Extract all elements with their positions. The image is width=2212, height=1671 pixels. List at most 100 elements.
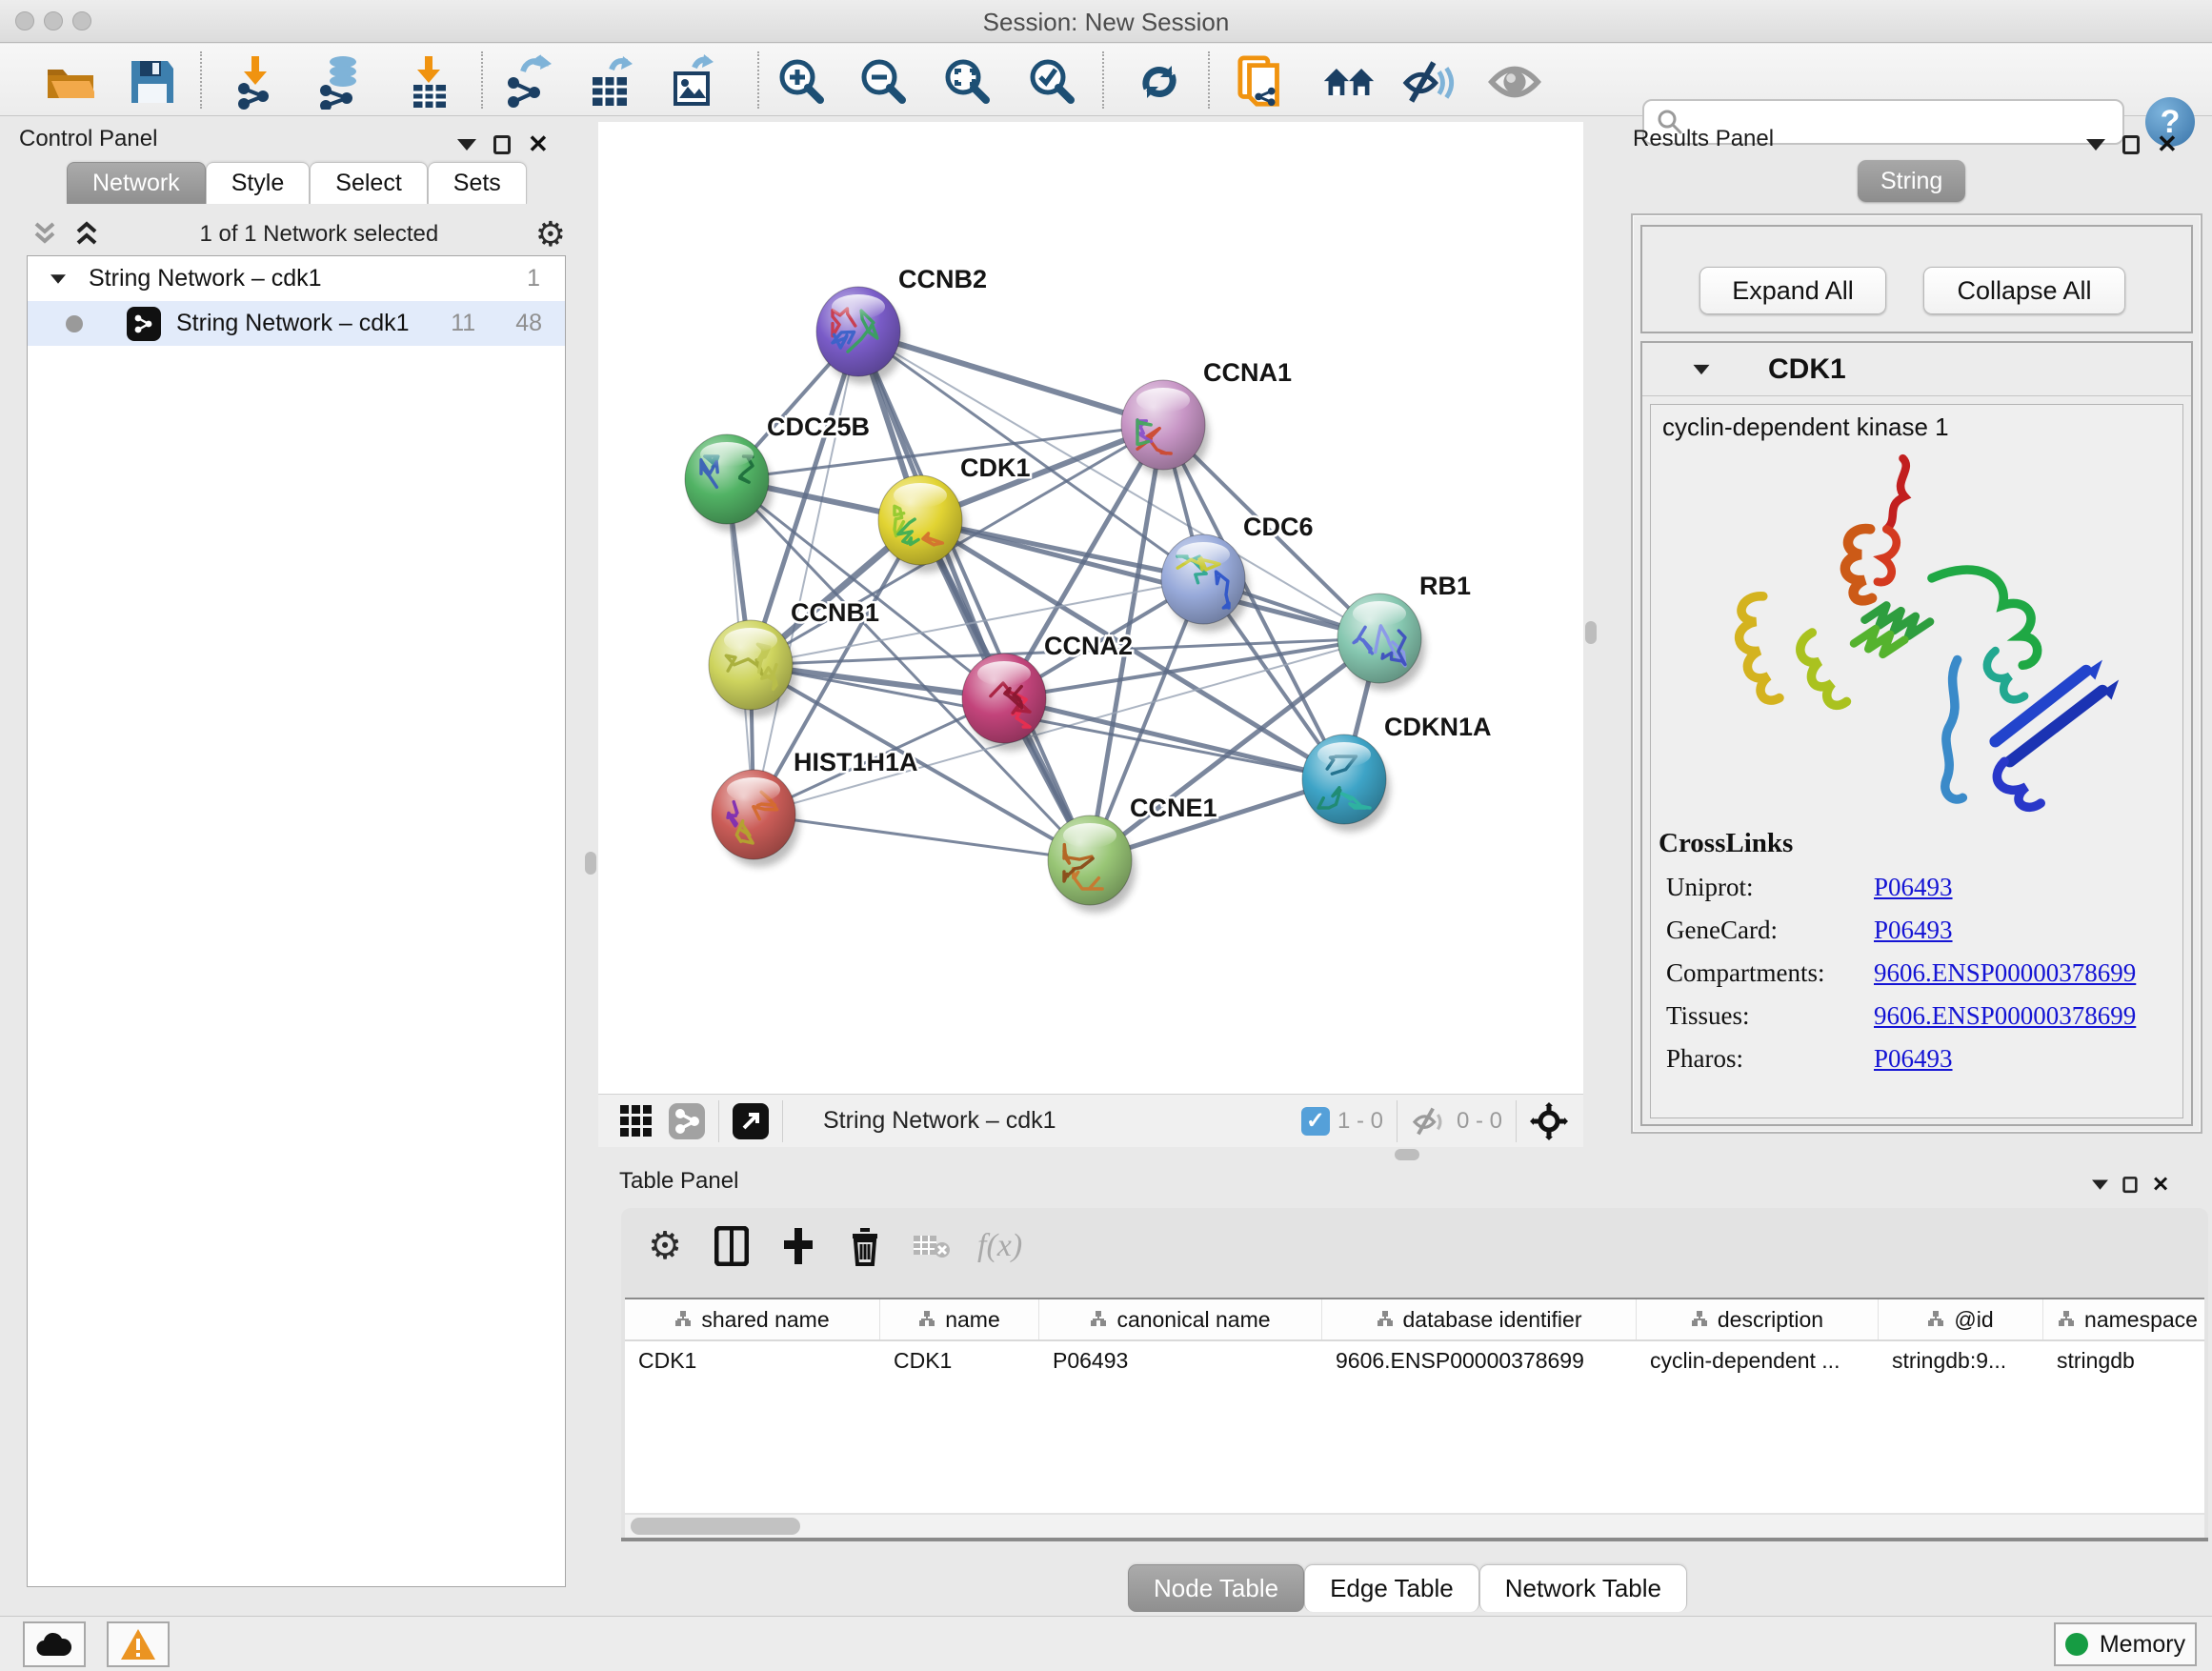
table-options-gear-icon[interactable]: ⚙	[644, 1225, 686, 1267]
expand-all-icon[interactable]	[70, 220, 103, 249]
column-header--id[interactable]: @id	[1879, 1299, 2043, 1339]
save-session-button[interactable]	[126, 55, 179, 109]
network-share-icon[interactable]	[669, 1103, 705, 1139]
export-table-button[interactable]	[583, 55, 636, 109]
table-cell[interactable]: CDK1	[625, 1341, 880, 1379]
open-session-button[interactable]	[42, 55, 95, 109]
fit-target-icon[interactable]	[1530, 1102, 1568, 1140]
entry-collapse-icon[interactable]	[1694, 364, 1710, 373]
panel-menu-icon[interactable]	[457, 139, 476, 151]
node-HIST1H1A[interactable]: HIST1H1A	[712, 748, 918, 867]
node-CDK1[interactable]: CDK1	[878, 453, 1031, 573]
network-graph[interactable]: CCNB2CCNA1CDC25BCDK1CDC6RB1CCNB1CCNA2CDK…	[598, 122, 1583, 1094]
network-options-gear-icon[interactable]: ⚙	[535, 217, 566, 252]
column-header-database-identifier[interactable]: database identifier	[1322, 1299, 1637, 1339]
edge-CCNB2-CCNA1[interactable]	[858, 332, 1163, 425]
show-columns-icon[interactable]	[711, 1225, 753, 1267]
collapse-all-button[interactable]: Collapse All	[1923, 267, 2125, 314]
open-in-window-icon[interactable]	[733, 1103, 769, 1139]
node-CDKN1A[interactable]: CDKN1A	[1302, 713, 1492, 832]
import-network-from-database-button[interactable]	[314, 55, 368, 109]
horizontal-scrollbar[interactable]	[625, 1515, 2204, 1538]
tab-sets[interactable]: Sets	[428, 162, 527, 204]
edge-CCNB2-HIST1H1A[interactable]	[754, 332, 858, 815]
column-header-shared-name[interactable]: shared name	[625, 1299, 880, 1339]
node-table[interactable]: shared namenamecanonical namedatabase id…	[625, 1298, 2204, 1513]
delete-table-icon[interactable]	[911, 1225, 953, 1267]
node-CCNA1[interactable]: CCNA1	[1121, 358, 1292, 477]
import-table-button[interactable]	[402, 55, 455, 109]
tab-node-table[interactable]: Node Table	[1128, 1564, 1304, 1612]
tab-edge-table[interactable]: Edge Table	[1304, 1564, 1479, 1612]
tab-network-table[interactable]: Network Table	[1479, 1564, 1687, 1612]
node-CCNB1[interactable]: CCNB1	[709, 598, 879, 717]
hidden-eye-slash-icon[interactable]	[1411, 1106, 1449, 1137]
panel-close-icon[interactable]: ✕	[2152, 1172, 2170, 1197]
crosslink-link[interactable]: 9606.ENSP00000378699	[1874, 958, 2136, 988]
table-cell[interactable]: cyclin-dependent ...	[1637, 1341, 1879, 1379]
edge-CCNA2-CDKN1A[interactable]	[1004, 698, 1344, 779]
add-column-icon[interactable]	[777, 1225, 819, 1267]
string-protein-query-button[interactable]	[1237, 55, 1290, 109]
table-cell[interactable]: stringdb:9...	[1879, 1341, 2043, 1379]
expand-all-button[interactable]: Expand All	[1699, 267, 1886, 314]
edge-CCNB2-CCNE1[interactable]	[858, 332, 1090, 860]
column-header-name[interactable]: name	[880, 1299, 1039, 1339]
panel-close-icon[interactable]: ✕	[2157, 130, 2178, 159]
panel-close-icon[interactable]: ✕	[528, 130, 549, 159]
entry-header[interactable]: CDK1	[1642, 343, 2191, 396]
column-header-namespace[interactable]: namespace	[2043, 1299, 2212, 1339]
crosslink-link[interactable]: P06493	[1874, 873, 1953, 902]
table-row[interactable]: CDK1CDK1P064939606.ENSP00000378699cyclin…	[625, 1341, 2204, 1379]
tab-string[interactable]: String	[1858, 160, 1965, 202]
left-splitter-handle[interactable]	[585, 852, 596, 875]
import-network-button[interactable]	[231, 55, 284, 109]
panel-float-icon[interactable]	[493, 135, 511, 154]
right-splitter-handle[interactable]	[1585, 621, 1597, 644]
node-CCNE1[interactable]: CCNE1	[1048, 794, 1217, 913]
home-networks-button[interactable]	[1322, 55, 1376, 109]
zoom-out-button[interactable]	[857, 55, 911, 109]
birds-eye-grid-icon[interactable]	[619, 1104, 654, 1138]
export-image-button[interactable]	[666, 55, 719, 109]
export-network-button[interactable]	[502, 55, 555, 109]
cloud-button[interactable]	[23, 1621, 86, 1667]
warning-button[interactable]	[107, 1621, 170, 1667]
collapse-all-icon[interactable]	[29, 220, 61, 249]
network-collection-row[interactable]: String Network – cdk1 1	[28, 256, 565, 301]
table-cell[interactable]: 9606.ENSP00000378699	[1322, 1341, 1637, 1379]
panel-float-icon[interactable]	[2122, 1177, 2137, 1193]
zoom-in-button[interactable]	[775, 55, 829, 109]
node-gloss-highlight	[832, 294, 885, 319]
tab-select[interactable]: Select	[310, 162, 427, 204]
selected-nodes-checkbox-icon[interactable]: ✓	[1301, 1107, 1330, 1136]
panel-menu-icon[interactable]	[2086, 139, 2105, 151]
hide-unhide-button[interactable]	[1402, 55, 1456, 109]
network-canvas[interactable]: CCNB2CCNA1CDC25BCDK1CDC6RB1CCNB1CCNA2CDK…	[598, 122, 1583, 1094]
panel-menu-icon[interactable]	[2092, 1179, 2108, 1189]
show-graphics-details-button[interactable]	[1488, 55, 1541, 109]
zoom-selected-button[interactable]	[1026, 55, 1079, 109]
collection-expand-icon[interactable]	[50, 274, 66, 284]
edge-HIST1H1A-CCNE1[interactable]	[754, 815, 1090, 860]
network-row[interactable]: String Network – cdk1 11 48	[28, 301, 565, 346]
memory-button[interactable]: Memory	[2054, 1622, 2197, 1666]
scrollbar-thumb[interactable]	[631, 1518, 800, 1535]
crosslink-link[interactable]: P06493	[1874, 916, 1953, 945]
bottom-splitter-handle[interactable]	[1395, 1149, 1419, 1160]
table-cell[interactable]: stringdb	[2043, 1341, 2212, 1379]
table-cell[interactable]: CDK1	[880, 1341, 1039, 1379]
panel-float-icon[interactable]	[2122, 135, 2140, 154]
tab-style[interactable]: Style	[206, 162, 311, 204]
function-builder-icon[interactable]: f(x)	[977, 1228, 1022, 1264]
tab-network[interactable]: Network	[67, 162, 206, 204]
table-cell[interactable]: P06493	[1039, 1341, 1322, 1379]
delete-column-icon[interactable]	[844, 1225, 886, 1267]
column-header-description[interactable]: description	[1637, 1299, 1879, 1339]
zoom-fit-button[interactable]	[941, 55, 995, 109]
node-RB1[interactable]: RB1	[1337, 572, 1471, 691]
refresh-button[interactable]	[1133, 55, 1186, 109]
crosslink-link[interactable]: P06493	[1874, 1044, 1953, 1074]
crosslink-link[interactable]: 9606.ENSP00000378699	[1874, 1001, 2136, 1031]
column-header-canonical-name[interactable]: canonical name	[1039, 1299, 1322, 1339]
